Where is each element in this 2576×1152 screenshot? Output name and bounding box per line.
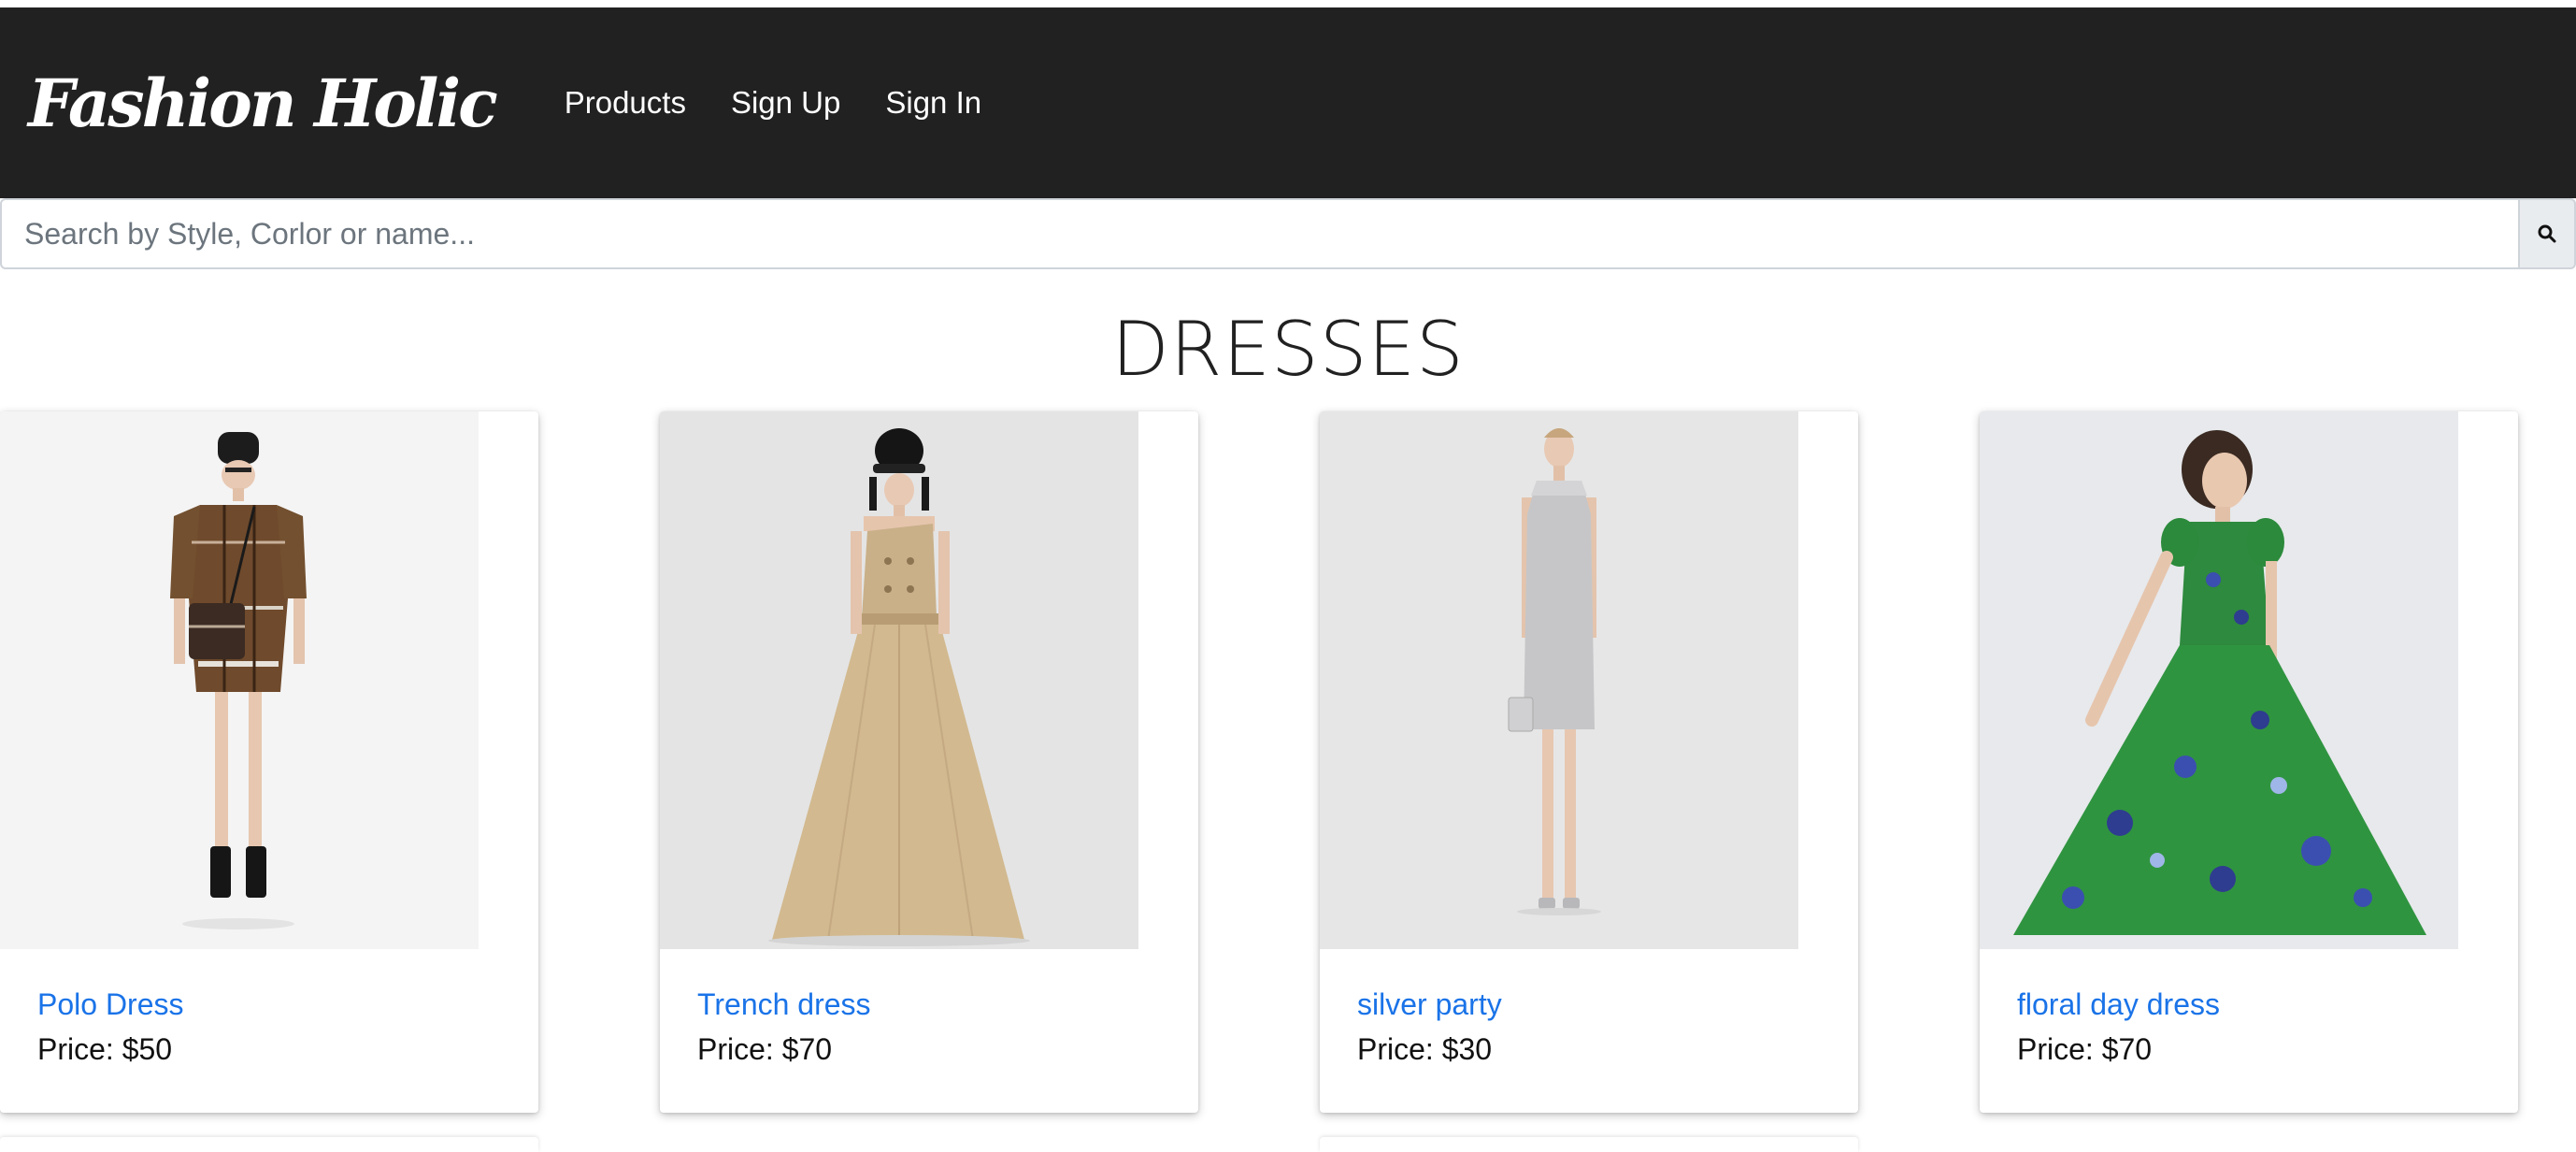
product-card[interactable]: Polo Dress Price: $50 (0, 411, 538, 1113)
price-value: $70 (2101, 1032, 2153, 1066)
product-name-link[interactable]: Trench dress (697, 987, 871, 1022)
search-bar (0, 198, 2576, 269)
top-navbar: Fashion Holic Products Sign Up Sign In (0, 7, 2576, 198)
product-name-link[interactable]: floral day dress (2017, 987, 2220, 1022)
nav-link-sign-in[interactable]: Sign In (885, 85, 981, 121)
search-button[interactable] (2518, 198, 2576, 269)
product-price: Price: $30 (1357, 1032, 1492, 1067)
page-title: DRESSES (1111, 306, 1465, 393)
product-card-partial[interactable] (1320, 1137, 1858, 1152)
price-label: Price: (2017, 1032, 2094, 1066)
price-value: $30 (1441, 1032, 1493, 1066)
nav-link-sign-up[interactable]: Sign Up (731, 85, 840, 121)
product-card-partial[interactable] (0, 1137, 538, 1152)
product-card[interactable]: Trench dress Price: $70 (660, 411, 1198, 1113)
nav-link-products[interactable]: Products (565, 85, 686, 121)
product-card[interactable]: silver party Price: $30 (1320, 411, 1858, 1113)
brand-logo[interactable]: Fashion Holic (28, 65, 498, 142)
product-image[interactable] (1980, 411, 2458, 949)
price-label: Price: (697, 1032, 774, 1066)
search-input[interactable] (0, 198, 2518, 269)
product-image[interactable] (1320, 411, 1798, 949)
search-icon (2538, 224, 2556, 243)
product-price: Price: $50 (37, 1032, 172, 1067)
price-value: $50 (122, 1032, 173, 1066)
price-label: Price: (37, 1032, 114, 1066)
price-label: Price: (1357, 1032, 1434, 1066)
product-image[interactable] (0, 411, 479, 949)
product-price: Price: $70 (697, 1032, 832, 1067)
product-grid: Polo Dress Price: $50 Trench dress Price… (0, 411, 2576, 1113)
price-value: $70 (781, 1032, 833, 1066)
product-name-link[interactable]: Polo Dress (37, 987, 184, 1022)
product-name-link[interactable]: silver party (1357, 987, 1502, 1022)
product-price: Price: $70 (2017, 1032, 2152, 1067)
nav-links: Products Sign Up Sign In (565, 85, 1026, 121)
product-card[interactable]: floral day dress Price: $70 (1980, 411, 2518, 1113)
product-image[interactable] (660, 411, 1138, 949)
